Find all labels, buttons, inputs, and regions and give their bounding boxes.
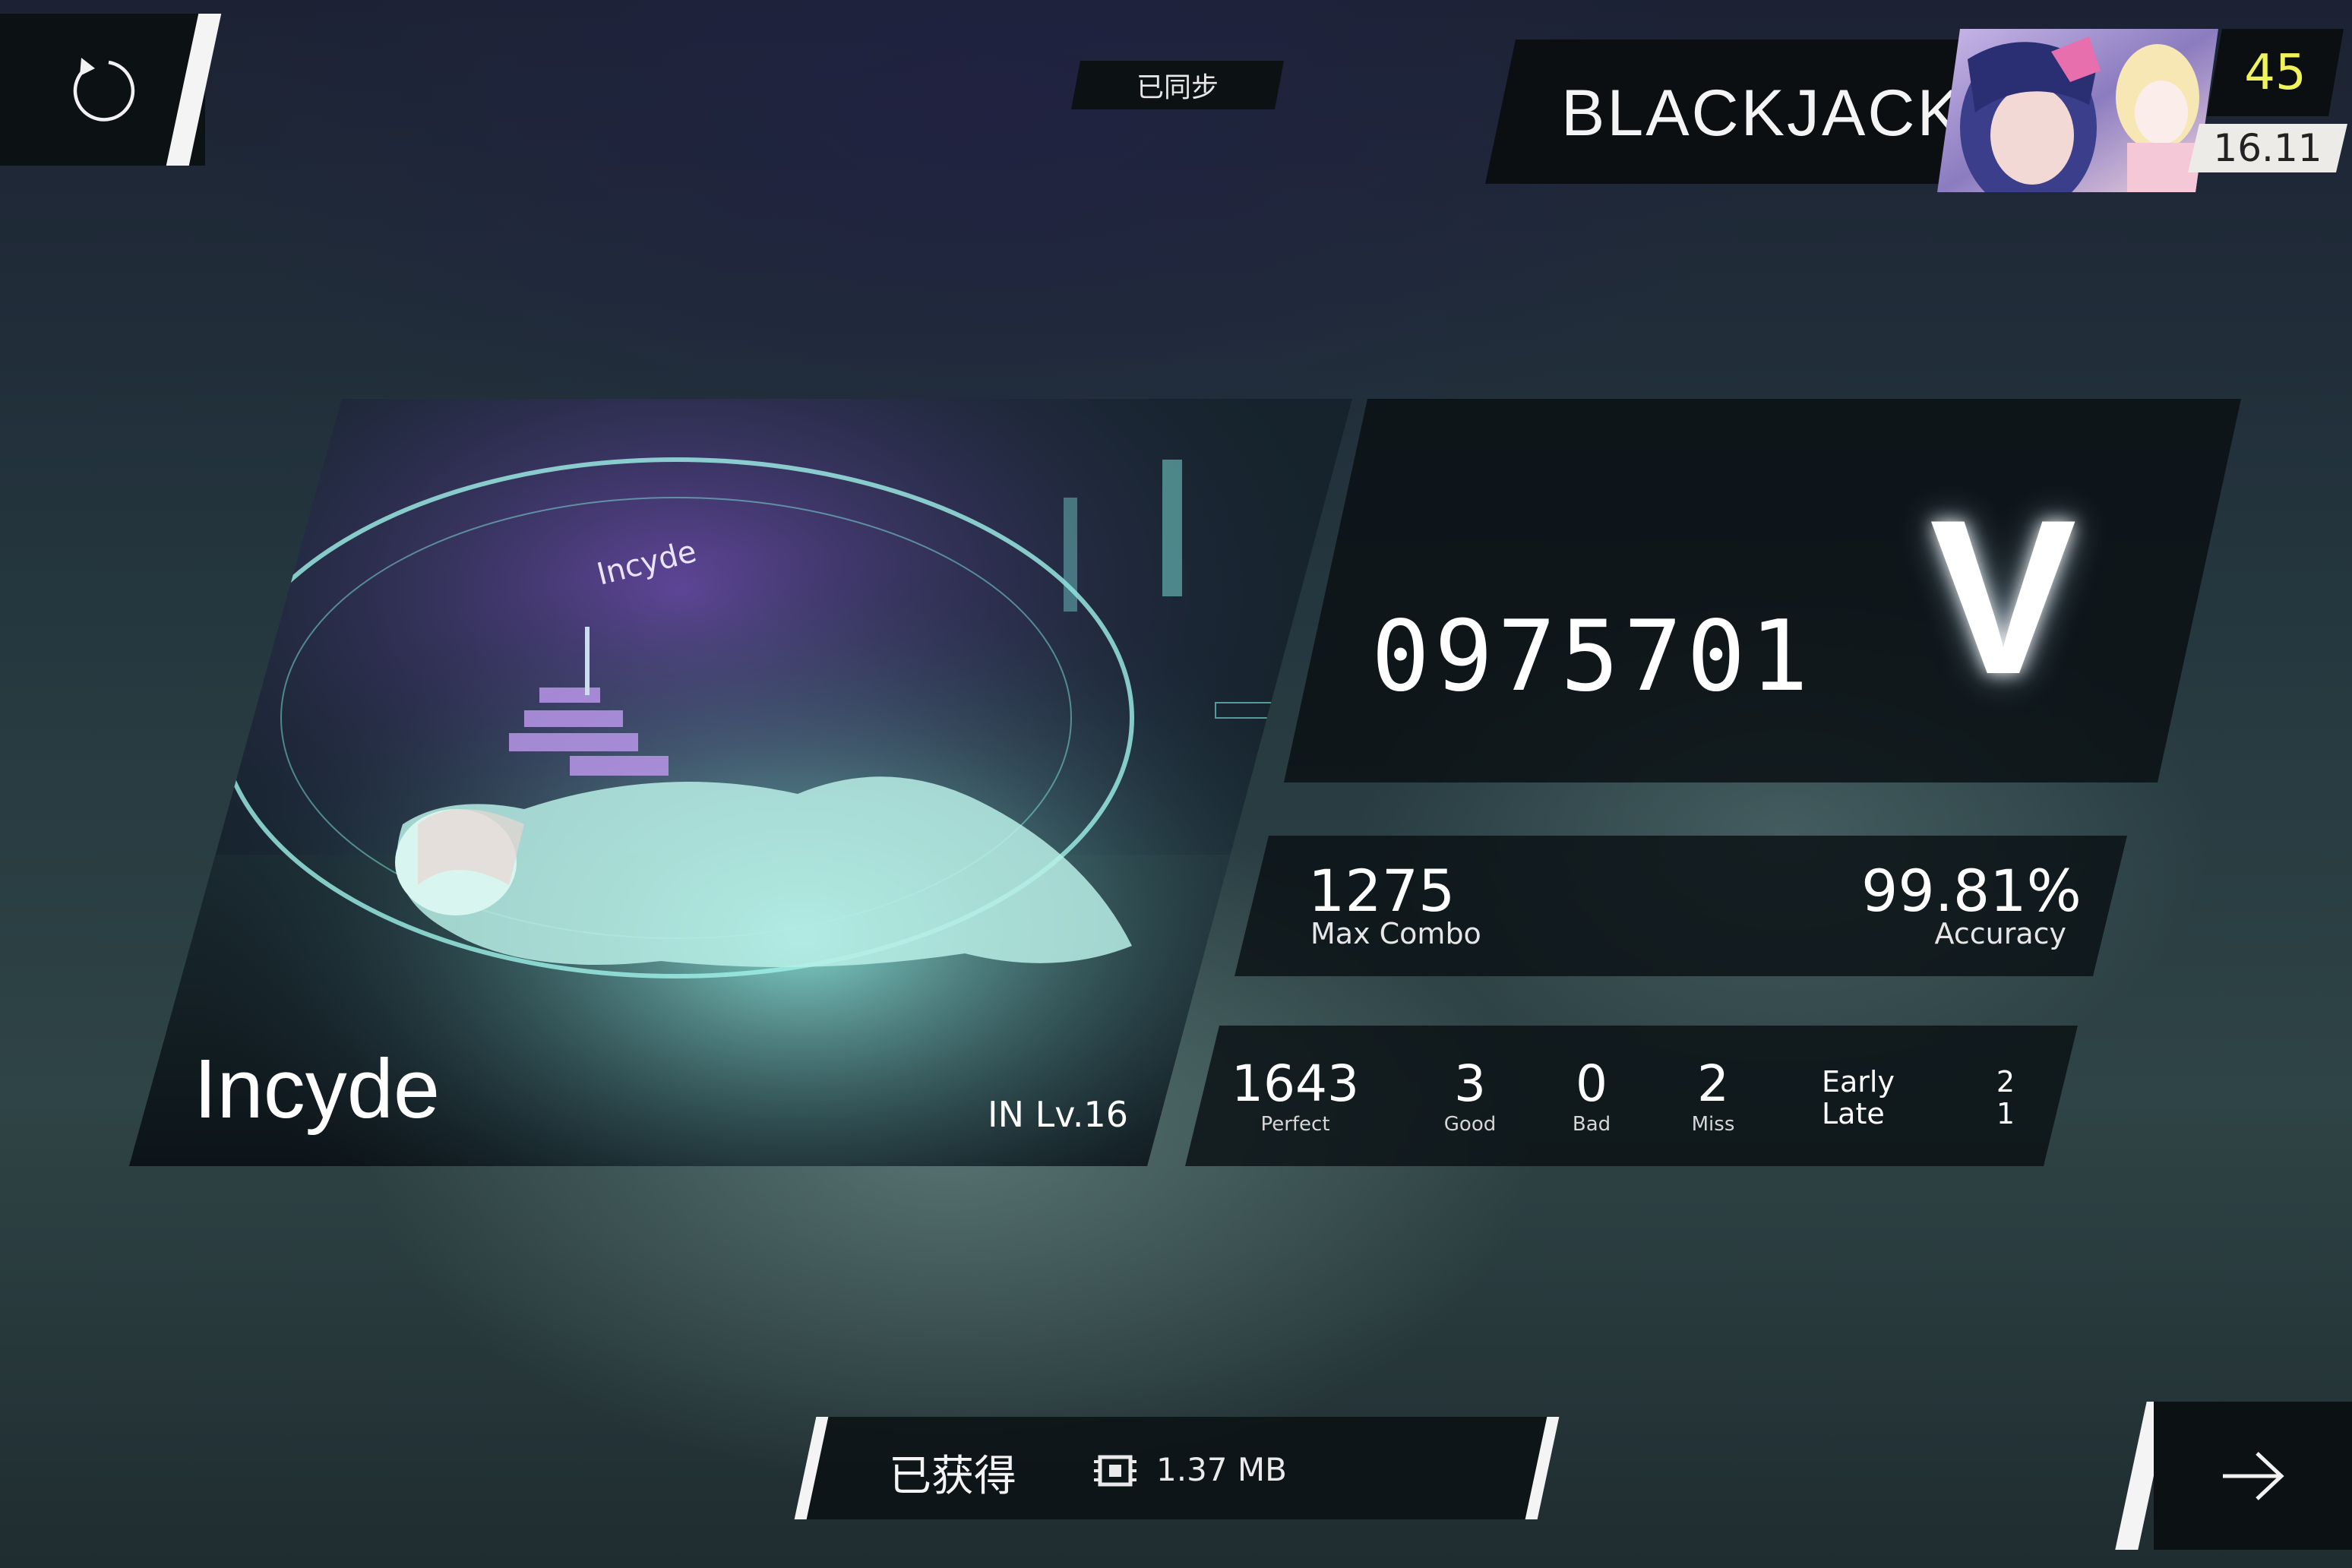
download-size: 1.37 MB — [1156, 1451, 1287, 1488]
arrow-right-icon — [2222, 1451, 2284, 1500]
storage-chip-icon — [1094, 1453, 1136, 1489]
accuracy-value: 99.81% — [1861, 857, 2082, 925]
player-name: BLACKJACK — [1561, 77, 1963, 150]
late-count: 1 — [1996, 1097, 2015, 1130]
bad-label: Bad — [1572, 1113, 1611, 1136]
song-title: Incyde — [194, 1042, 441, 1136]
download-status-text: 已获得 — [889, 1452, 1016, 1501]
score-value: 0975701 — [1371, 600, 1813, 713]
song-difficulty: IN Lv.16 — [988, 1094, 1129, 1135]
good-label: Good — [1443, 1113, 1497, 1136]
perfect-count: 1643 — [1231, 1054, 1359, 1113]
early-count: 2 — [1996, 1065, 2015, 1099]
accuracy-label: Accuracy — [1934, 917, 2067, 950]
player-rating: 16.11 — [2188, 124, 2347, 172]
max-combo-label: Max Combo — [1310, 917, 1481, 950]
bad-count: 0 — [1576, 1054, 1608, 1113]
early-label: Early — [1822, 1065, 1895, 1099]
rank-letter: V — [1930, 474, 2077, 720]
score-panel — [1284, 399, 2241, 782]
avatar[interactable] — [1937, 29, 2218, 192]
miss-count: 2 — [1697, 1054, 1729, 1113]
max-combo-value: 1275 — [1308, 857, 1456, 925]
avatar-image — [1937, 29, 2218, 192]
player-level: 45 — [2207, 29, 2344, 116]
retry-icon — [73, 58, 135, 122]
sync-status-badge: 已同步 — [1071, 61, 1284, 109]
late-label: Late — [1822, 1097, 1885, 1130]
next-button[interactable] — [2154, 1402, 2352, 1550]
miss-label: Miss — [1691, 1113, 1735, 1136]
perfect-label: Perfect — [1260, 1113, 1330, 1136]
good-count: 3 — [1454, 1054, 1486, 1113]
